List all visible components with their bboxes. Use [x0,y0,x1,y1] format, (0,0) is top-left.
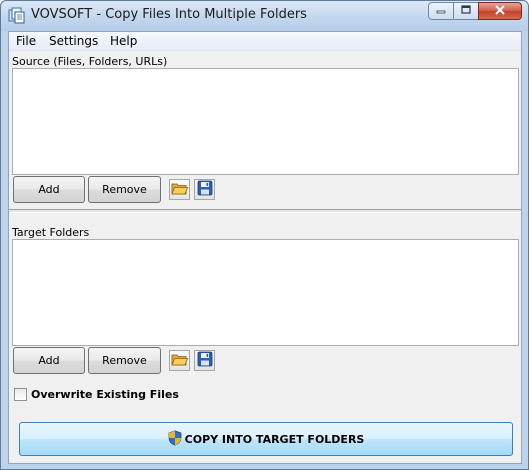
source-open-button[interactable] [169,179,190,200]
app-window: VOVSOFT - Copy Files Into Multiple Folde… [0,0,529,470]
target-list[interactable] [12,239,519,346]
panel-splitter[interactable] [9,209,521,213]
target-add-button[interactable]: Add [13,347,85,374]
source-label: Source (Files, Folders, URLs) [12,55,168,68]
maximize-button[interactable] [453,2,479,20]
source-save-button[interactable] [194,179,215,200]
target-label: Target Folders [12,226,90,239]
title-bar[interactable]: VOVSOFT - Copy Files Into Multiple Folde… [1,1,528,31]
copy-files-app-icon [8,7,25,24]
source-add-button[interactable]: Add [13,176,85,203]
minimize-button[interactable] [428,2,454,20]
uac-shield-icon [168,429,182,449]
source-list[interactable] [12,68,519,175]
overwrite-checkbox[interactable] [14,388,27,401]
window-title: VOVSOFT - Copy Files Into Multiple Folde… [31,7,307,22]
source-remove-button[interactable]: Remove [88,176,161,203]
target-open-button[interactable] [169,350,190,371]
copy-into-target-folders-button[interactable]: COPY INTO TARGET FOLDERS [19,422,513,456]
menu-file[interactable]: File [16,34,36,48]
close-button[interactable] [478,2,522,20]
save-disk-icon [197,180,213,199]
menu-settings[interactable]: Settings [49,34,98,48]
target-save-button[interactable] [194,350,215,371]
caption-buttons [428,2,522,22]
close-icon [494,4,506,18]
overwrite-option[interactable]: Overwrite Existing Files [14,388,179,401]
client-area: File Settings Help Source (Files, Folder… [8,31,522,464]
menu-help[interactable]: Help [110,34,137,48]
menu-bar: File Settings Help [9,32,521,51]
folder-open-icon [171,181,189,199]
minimize-icon [436,5,446,18]
folder-open-icon [171,352,189,370]
maximize-icon [461,4,471,18]
save-disk-icon [197,351,213,370]
overwrite-label[interactable]: Overwrite Existing Files [31,388,179,401]
copy-button-label: COPY INTO TARGET FOLDERS [184,432,365,446]
target-remove-button[interactable]: Remove [88,347,161,374]
